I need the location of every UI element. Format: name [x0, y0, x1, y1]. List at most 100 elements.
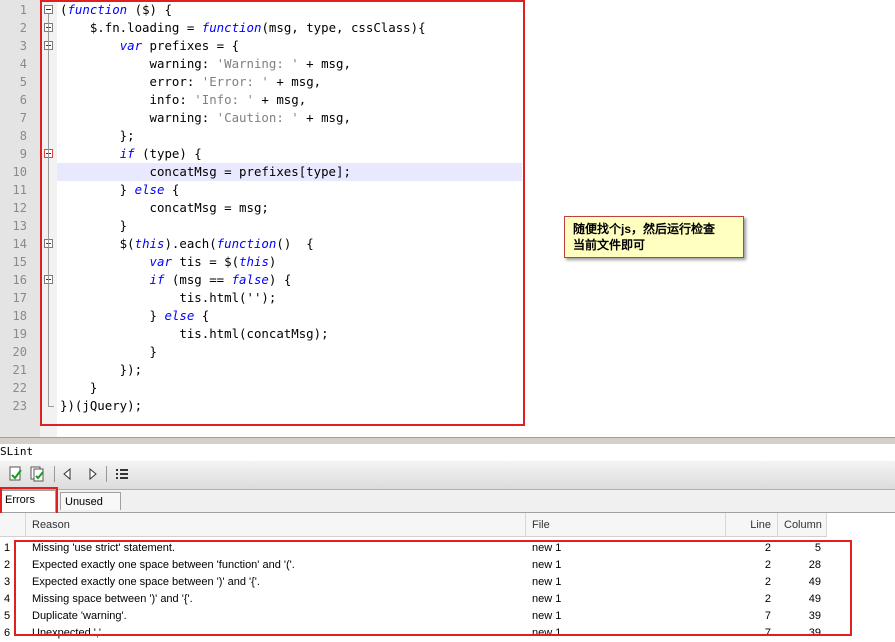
row-line: 2 — [764, 576, 771, 588]
line-number: 23 — [12, 399, 27, 413]
code-line: concatMsg = prefixes[type]; — [60, 164, 351, 179]
code-line: } — [60, 218, 128, 233]
panel-tabs: Errors (17) Unused (1) — [0, 490, 895, 526]
list-icon[interactable] — [114, 466, 130, 482]
line-number: 1 — [19, 3, 27, 17]
table-row[interactable]: 1 Missing 'use strict' statement. new 1 2 5 — [0, 540, 827, 557]
toolbar-separator — [106, 466, 107, 482]
line-number: 2 — [19, 21, 27, 35]
code-line: }); — [60, 362, 143, 377]
code-line: error: 'Error: ' + msg, — [60, 74, 322, 89]
toolbar-separator — [54, 466, 55, 482]
header-index — [0, 513, 26, 537]
code-line: warning: 'Caution: ' + msg, — [60, 110, 351, 125]
line-number: 18 — [12, 309, 27, 323]
row-line: 7 — [764, 610, 771, 622]
code-line: })(jQuery); — [60, 398, 143, 413]
lint-all-icon[interactable] — [30, 466, 46, 482]
row-index: 4 — [4, 593, 11, 605]
fold-guide — [48, 14, 49, 406]
results-grid: Reason File Line Column 1 Missing 'use st… — [0, 513, 895, 639]
row-index: 3 — [4, 576, 11, 588]
line-number: 12 — [12, 201, 27, 215]
code-line: } else { — [60, 308, 210, 323]
code-line: warning: 'Warning: ' + msg, — [60, 56, 351, 71]
line-number: 16 — [12, 273, 27, 287]
code-line: concatMsg = msg; — [60, 200, 269, 215]
row-line: 2 — [764, 542, 771, 554]
line-number: 8 — [19, 129, 27, 143]
code-line: } else { — [60, 182, 180, 197]
code-line: }; — [60, 128, 135, 143]
annotation-note: 随便找个js，然后运行检查 当前文件即可 — [564, 216, 744, 258]
next-icon[interactable] — [84, 466, 100, 482]
line-number: 17 — [12, 291, 27, 305]
table-row[interactable]: 6 Unexpected ','. new 1 7 39 — [0, 625, 827, 642]
header-column[interactable]: Column — [778, 513, 827, 537]
table-row[interactable]: 5 Duplicate 'warning'. new 1 7 39 — [0, 608, 827, 625]
row-column: 28 — [808, 559, 821, 571]
panel-toolbar — [0, 461, 895, 490]
row-reason: Expected exactly one space between 'func… — [32, 559, 295, 571]
header-reason[interactable]: Reason — [26, 513, 526, 537]
row-file: new 1 — [532, 610, 562, 622]
table-row[interactable]: 4 Missing space between ')' and '{'. new 1… — [0, 591, 827, 608]
row-reason: Expected exactly one space between ')' a… — [32, 576, 260, 588]
code-line: info: 'Info: ' + msg, — [60, 92, 307, 107]
code-line: } — [60, 344, 157, 359]
table-row[interactable]: 3 Expected exactly one space between ')' … — [0, 574, 827, 591]
code-line: var tis = $(this) — [149, 254, 277, 269]
line-number: 6 — [19, 93, 27, 107]
line-number: 20 — [12, 345, 27, 359]
header-line[interactable]: Line — [726, 513, 778, 537]
row-file: new 1 — [532, 542, 562, 554]
row-reason: Missing space between ')' and '{'. — [32, 593, 193, 605]
line-number: 19 — [12, 327, 27, 341]
row-index: 1 — [4, 542, 11, 554]
row-file: new 1 — [532, 576, 562, 588]
code-line: } — [60, 380, 98, 395]
row-index: 5 — [4, 610, 11, 622]
row-column: 49 — [808, 576, 821, 588]
line-number: 21 — [12, 363, 27, 377]
line-number: 13 — [12, 219, 27, 233]
code-editor[interactable]: 1 (function ($) {2 $.fn.loading = functio… — [0, 0, 895, 437]
fold-toggle-icon[interactable] — [44, 5, 53, 14]
note-line-1: 随便找个js，然后运行检查 — [573, 222, 716, 236]
lint-file-icon[interactable] — [8, 466, 24, 482]
fold-end — [48, 406, 54, 407]
row-column: 39 — [808, 610, 821, 622]
code-line: (function ($) { — [60, 2, 172, 17]
header-file[interactable]: File — [526, 513, 726, 537]
line-number: 11 — [12, 183, 27, 197]
row-reason: Missing 'use strict' statement. — [32, 542, 175, 554]
panel-title: SLint — [0, 444, 895, 460]
line-number: 9 — [19, 147, 27, 161]
code-line: tis.html(concatMsg); — [60, 326, 329, 341]
line-number: 15 — [12, 255, 27, 269]
line-number: 7 — [19, 111, 27, 125]
line-number: 4 — [19, 57, 27, 71]
code-line: if (msg == false) { — [149, 272, 292, 287]
line-number: 14 — [12, 237, 27, 251]
row-line: 7 — [764, 627, 771, 639]
code-line: if (type) { — [119, 146, 202, 161]
code-line: tis.html(''); — [60, 290, 277, 305]
previous-icon[interactable] — [60, 466, 76, 482]
row-index: 6 — [4, 627, 11, 639]
row-index: 2 — [4, 559, 11, 571]
tab-unused[interactable]: Unused (1) — [60, 492, 121, 526]
row-file: new 1 — [532, 559, 562, 571]
line-number: 3 — [19, 39, 27, 53]
row-column: 39 — [808, 627, 821, 639]
row-file: new 1 — [532, 627, 562, 639]
row-file: new 1 — [532, 593, 562, 605]
row-reason: Duplicate 'warning'. — [32, 610, 127, 622]
row-column: 49 — [808, 593, 821, 605]
table-row[interactable]: 2 Expected exactly one space between 'fun… — [0, 557, 827, 574]
panel-splitter[interactable] — [0, 437, 895, 444]
row-line: 2 — [764, 559, 771, 571]
line-number: 22 — [12, 381, 27, 395]
line-number: 5 — [19, 75, 27, 89]
row-reason: Unexpected ','. — [32, 627, 105, 639]
